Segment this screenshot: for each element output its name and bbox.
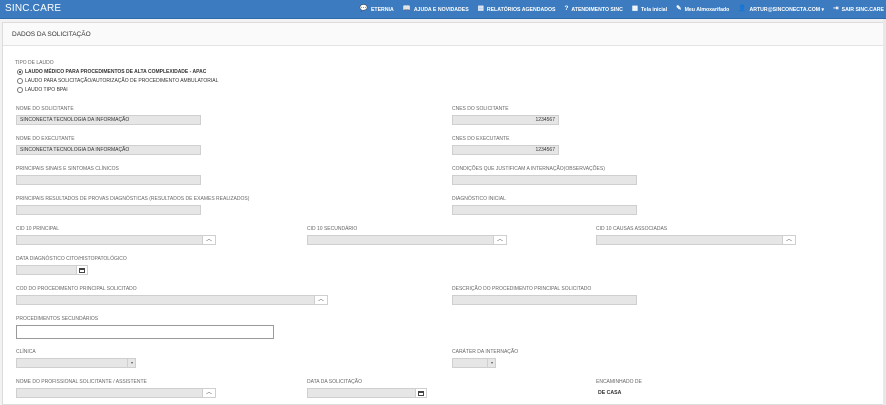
- nav-item-tela-inicial[interactable]: ▦ Tela inicial: [632, 6, 667, 13]
- nav-item-ajuda[interactable]: 📖 AJUDA E NOVIDADES: [403, 6, 469, 13]
- sinais-sintomas-label: PRINCIPAIS SINAIS E SINTOMAS CLÍNICOS: [16, 166, 119, 172]
- data-diagnostico-label: DATA DIAGNÓSTICO CITO/HISTOPATOLÓGICO: [16, 256, 127, 262]
- diagnostico-label: DIAGNÓSTICO INICIAL: [452, 196, 506, 202]
- condicoes-label: CONDIÇÕES QUE JUSTIFICAM A INTERNAÇÃO(OB…: [452, 166, 605, 172]
- diagnostico-field[interactable]: [452, 205, 637, 215]
- cid-secundario-label: CID 10 SECUNDÁRIO: [307, 226, 358, 232]
- chat-icon: 💬: [359, 5, 368, 13]
- cid-principal-label: CID 10 PRINCIPAL: [16, 226, 59, 232]
- nav-item-user-menu[interactable]: 👤 ARTUR@SINCONECTA.COM ▾: [738, 6, 824, 13]
- radio-laudo-apac[interactable]: LAUDO MÉDICO PARA PROCEDIMENTOS DE ALTA …: [17, 69, 206, 75]
- chevron-up-icon[interactable]: ︿: [202, 236, 215, 244]
- encaminhado-value: DE CASA: [598, 390, 622, 396]
- encaminhado-label: ENCAMINHADO DE: [596, 379, 642, 385]
- form-panel: DADOS DA SOLICITAÇÃO TIPO DE LAUDO LAUDO…: [2, 22, 886, 405]
- calendar-button[interactable]: [76, 266, 87, 274]
- nav-label: ATENDIMENTO SINC: [571, 6, 623, 13]
- radio-unselected-icon[interactable]: [17, 78, 23, 84]
- cid-associadas-label: CID 10 CAUSAS ASSOCIADAS: [596, 226, 668, 232]
- book-icon: 📖: [402, 5, 411, 13]
- radio-laudo-ambulatorial[interactable]: LAUDO PARA SOLICITAÇÃO/AUTORIZAÇÃO DE PR…: [17, 78, 218, 84]
- tipo-laudo-label: TIPO DE LAUDO: [15, 60, 54, 66]
- help-circle-icon: ?: [564, 5, 569, 13]
- panel-title: DADOS DA SOLICITAÇÃO: [12, 31, 91, 38]
- nav-item-atendimento[interactable]: ? ATENDIMENTO SINC: [564, 6, 622, 13]
- cnes-solicitante-label: CNES DO SOLICITANTE: [452, 106, 509, 112]
- clinica-select[interactable]: ▾: [16, 358, 136, 368]
- nav-label: ETERNIA: [370, 6, 394, 13]
- nome-solicitante-field[interactable]: SINCONECTA TECNOLOGIA DA INFORMAÇÃO: [16, 115, 201, 125]
- top-navbar: SINC.CARE 💬 ETERNIA 📖 AJUDA E NOVIDADES ▤ R…: [0, 0, 886, 19]
- nav-label: SAIR SINC.CARE: [841, 6, 884, 13]
- data-solicitacao-label: DATA DA SOLICITAÇÃO: [307, 379, 363, 385]
- calendar-icon: ▦: [631, 5, 638, 13]
- radio-unselected-icon[interactable]: [17, 87, 23, 93]
- condicoes-field[interactable]: [452, 175, 637, 185]
- nome-profissional-select[interactable]: ︿: [16, 388, 216, 398]
- chevron-up-icon[interactable]: ︿: [493, 236, 506, 244]
- cnes-solicitante-field[interactable]: 1234567: [452, 115, 559, 125]
- resultados-label: PRINCIPAIS RESULTADOS DE PROVAS DIAGNÓST…: [16, 196, 250, 202]
- nav-item-sair[interactable]: ⇥ SAIR SINC.CARE: [833, 6, 884, 13]
- nome-executante-field[interactable]: SINCONECTA TECNOLOGIA DA INFORMAÇÃO: [16, 145, 201, 155]
- cid-associadas-select[interactable]: ︿: [596, 235, 796, 245]
- nav-label: AJUDA E NOVIDADES: [413, 6, 469, 13]
- radio-laudo-bpai[interactable]: LAUDO TIPO BPAI: [17, 87, 68, 93]
- proc-secundarios-label: PROCEDIMENTOS SECUNDÁRIOS: [16, 316, 99, 322]
- calendar-icon: [79, 267, 85, 273]
- carater-select[interactable]: ▾: [452, 358, 496, 368]
- radio-label: LAUDO PARA SOLICITAÇÃO/AUTORIZAÇÃO DE PR…: [25, 78, 219, 84]
- edit-icon: ✎: [676, 5, 682, 13]
- nav-label: Meu Almoxarifado: [684, 6, 730, 13]
- nav-item-almoxarifado[interactable]: ✎ Meu Almoxarifado: [676, 6, 729, 13]
- radio-label: LAUDO MÉDICO PARA PROCEDIMENTOS DE ALTA …: [25, 69, 207, 75]
- resultados-field[interactable]: [16, 205, 201, 215]
- carater-label: CARÁTER DA INTERNAÇÃO: [452, 349, 519, 355]
- radio-label: LAUDO TIPO BPAI: [25, 87, 68, 93]
- data-solicitacao-field[interactable]: [307, 388, 427, 398]
- brand-logo[interactable]: SINC.CARE: [5, 3, 61, 14]
- nome-executante-label: NOME DO EXECUTANTE: [16, 136, 75, 142]
- nav-label: RELATÓRIOS AGENDADOS: [486, 6, 556, 13]
- nav-label: ARTUR@SINCONECTA.COM ▾: [749, 6, 825, 13]
- cnes-executante-label: CNES DO EXECUTANTE: [452, 136, 510, 142]
- proc-secundarios-field[interactable]: [16, 325, 274, 339]
- nav-label: Tela inicial: [640, 6, 668, 13]
- cod-procedimento-select[interactable]: ︿: [16, 295, 328, 305]
- data-diagnostico-field[interactable]: [16, 265, 88, 275]
- nome-solicitante-label: NOME DO SOLICITANTE: [16, 106, 74, 112]
- chevron-up-icon[interactable]: ︿: [314, 296, 327, 304]
- nav-item-eternia[interactable]: 💬 ETERNIA: [360, 6, 394, 13]
- chevron-up-icon[interactable]: ︿: [782, 236, 795, 244]
- nav-item-relatorios[interactable]: ▤ RELATÓRIOS AGENDADOS: [478, 6, 556, 13]
- cnes-executante-field[interactable]: 1234567: [452, 145, 559, 155]
- caret-down-icon[interactable]: ▾: [487, 359, 495, 367]
- cid-principal-select[interactable]: ︿: [16, 235, 216, 245]
- calendar-icon: [418, 390, 424, 396]
- chevron-up-icon[interactable]: ︿: [202, 389, 215, 397]
- panel-header: DADOS DA SOLICITAÇÃO: [3, 23, 885, 46]
- user-icon: 👤: [738, 5, 747, 13]
- cid-secundario-select[interactable]: ︿: [307, 235, 507, 245]
- cod-procedimento-label: COD DO PROCEDIMENTO PRINCIPAL SOLICITADO: [16, 286, 137, 292]
- nav-menu: 💬 ETERNIA 📖 AJUDA E NOVIDADES ▤ RELATÓRIOS …: [360, 0, 884, 19]
- clinica-label: CLÍNICA: [16, 349, 36, 355]
- desc-procedimento-label: DESCRIÇÃO DO PROCEDIMENTO PRINCIPAL SOLI…: [452, 286, 592, 292]
- logout-icon: ⇥: [833, 5, 839, 13]
- radio-selected-icon[interactable]: [17, 69, 23, 75]
- nome-profissional-label: NOME DO PROFISSIONAL SOLICITANTE / ASSIS…: [16, 379, 147, 385]
- desc-procedimento-field[interactable]: [452, 295, 637, 305]
- report-icon: ▤: [477, 5, 484, 13]
- caret-down-icon[interactable]: ▾: [127, 359, 135, 367]
- calendar-button[interactable]: [415, 389, 426, 397]
- sinais-sintomas-field[interactable]: [16, 175, 201, 185]
